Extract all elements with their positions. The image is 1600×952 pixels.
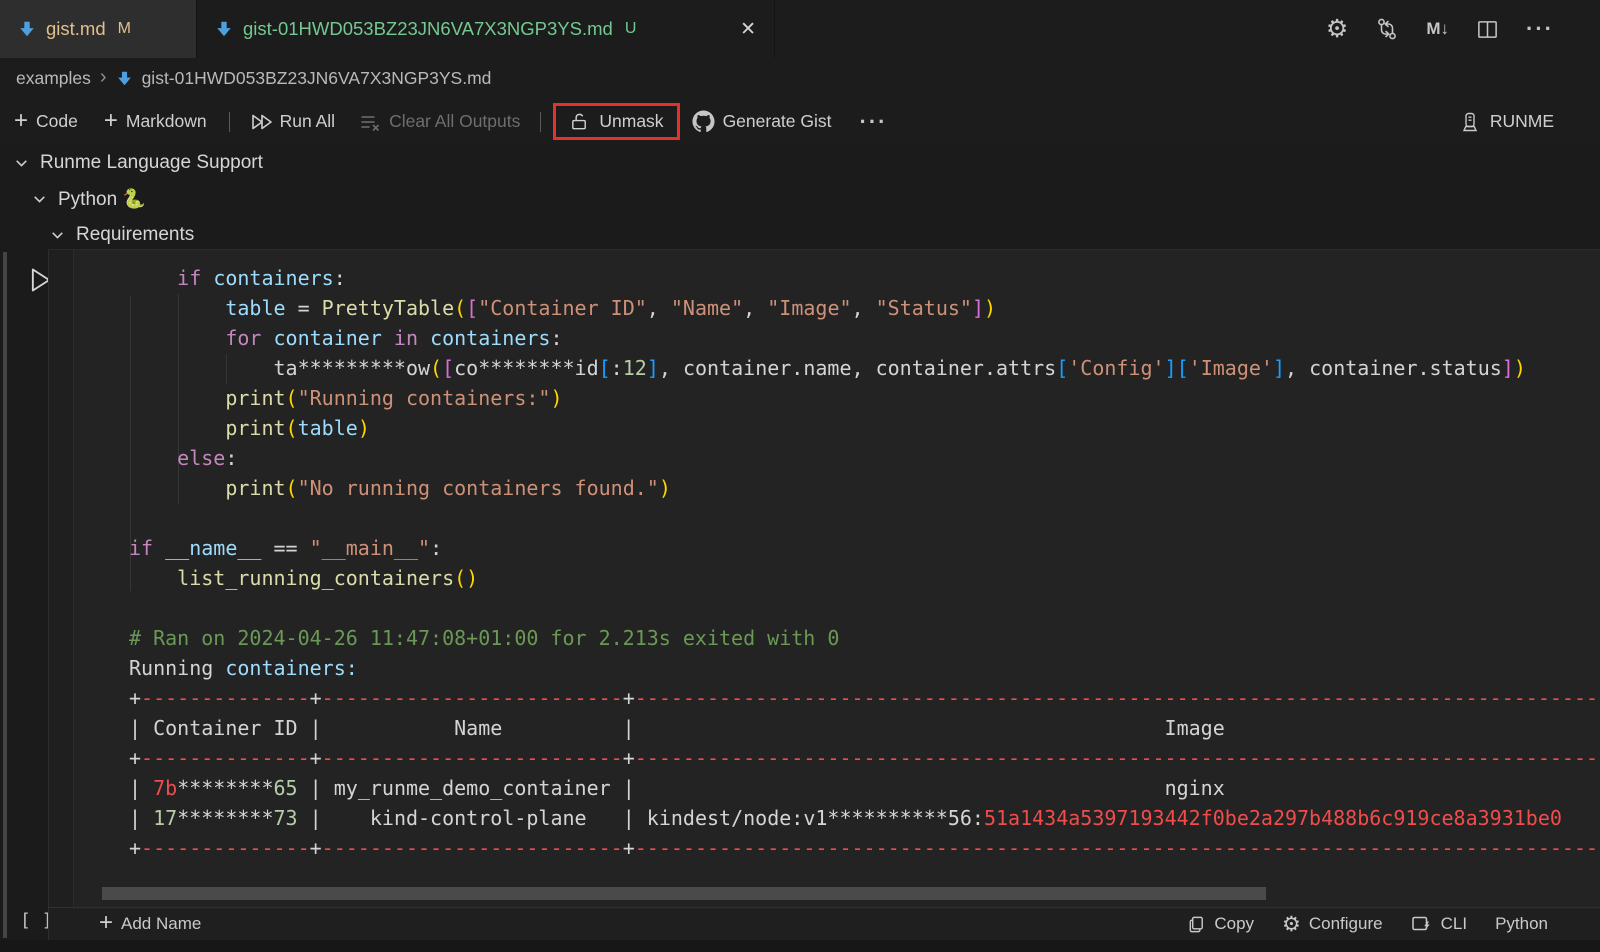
generate-gist-label: Generate Gist: [723, 111, 832, 132]
modified-badge: M: [118, 20, 131, 38]
code-cell: if containers: table = PrettyTable(["Con…: [48, 249, 1600, 940]
chevron-down-icon: [31, 191, 48, 208]
unmask-label: Unmask: [599, 111, 663, 132]
runme-label: RUNME: [1490, 111, 1554, 132]
breadcrumb-file[interactable]: gist-01HWD053BZ23JN6VA7X3NGP3YS.md: [142, 68, 492, 89]
git-compare-icon[interactable]: [1375, 17, 1399, 41]
tab-gist-generated-md[interactable]: gist-01HWD053BZ23JN6VA7X3NGP3YS.md U ✕: [197, 0, 775, 58]
toolbar-separator: [229, 112, 230, 132]
cell-footer-actions: Copy ⚙ Configure CLI Python: [1187, 914, 1600, 935]
cell-status-bar: + Add Name Copy ⚙ Configure: [49, 907, 1600, 940]
runme-file-icon: [116, 70, 133, 87]
generate-gist-button[interactable]: Generate Gist: [692, 110, 832, 133]
toolbar-more-icon[interactable]: ···: [860, 109, 888, 135]
section-label: Runme Language Support: [40, 152, 263, 174]
copy-label: Copy: [1214, 914, 1254, 934]
cli-button[interactable]: CLI: [1411, 914, 1467, 934]
vscode-window: gist.md M gist-01HWD053BZ23JN6VA7X3NGP3Y…: [0, 0, 1600, 952]
tab-label: gist-01HWD053BZ23JN6VA7X3NGP3YS.md: [243, 18, 613, 40]
add-name-label: Add Name: [121, 914, 201, 934]
cell-editor[interactable]: if containers: table = PrettyTable(["Con…: [73, 250, 1600, 909]
clear-outputs-label: Clear All Outputs: [389, 111, 520, 132]
tab-gist-md[interactable]: gist.md M: [0, 0, 197, 58]
horizontal-scrollbar[interactable]: [102, 887, 1266, 900]
untracked-badge: U: [625, 20, 637, 38]
breadcrumb: examples › gist-01HWD053BZ23JN6VA7X3NGP3…: [0, 58, 1600, 98]
runme-file-icon: [18, 20, 36, 38]
section-requirements[interactable]: Requirements: [49, 217, 194, 253]
add-markdown-button[interactable]: + Markdown: [104, 111, 207, 133]
add-name-button[interactable]: + Add Name: [99, 913, 201, 935]
copy-icon: [1187, 915, 1206, 934]
add-code-label: Code: [36, 111, 78, 132]
editor-tab-bar: gist.md M gist-01HWD053BZ23JN6VA7X3NGP3Y…: [0, 0, 1600, 58]
github-icon: [692, 110, 715, 133]
chevron-right-icon: ›: [100, 67, 107, 87]
close-icon[interactable]: ✕: [740, 18, 756, 41]
split-editor-icon[interactable]: [1476, 18, 1499, 41]
cli-icon: [1411, 914, 1433, 934]
section-label: Requirements: [76, 224, 194, 246]
code-block[interactable]: if containers: table = PrettyTable(["Con…: [129, 263, 1600, 863]
cell-focus-indicator: [3, 252, 7, 938]
section-python[interactable]: Python 🐍: [31, 181, 146, 217]
configure-label: Configure: [1309, 914, 1383, 934]
gear-icon: ⚙: [1282, 914, 1301, 935]
breadcrumb-folder[interactable]: examples: [16, 68, 91, 89]
chevron-down-icon: [49, 227, 66, 244]
runme-brand: RUNME: [1459, 111, 1600, 133]
section-runme-language-support[interactable]: Runme Language Support: [13, 145, 263, 181]
editor-actions: ⚙ M↓ ···: [1326, 0, 1554, 58]
run-all-button[interactable]: Run All: [250, 111, 335, 132]
add-code-button[interactable]: + Code: [14, 111, 78, 133]
clear-all-outputs-button[interactable]: Clear All Outputs: [359, 111, 520, 132]
runme-logo-icon: [1459, 111, 1481, 133]
run-all-icon: [250, 112, 272, 132]
plus-icon: +: [104, 109, 118, 133]
add-markdown-label: Markdown: [126, 111, 207, 132]
copy-button[interactable]: Copy: [1187, 914, 1254, 934]
chevron-down-icon: [13, 155, 30, 172]
markdown-preview-icon[interactable]: M↓: [1426, 19, 1449, 39]
configure-button[interactable]: ⚙ Configure: [1282, 914, 1383, 935]
plus-icon: +: [14, 109, 28, 133]
tab-label: gist.md: [46, 18, 106, 40]
run-all-label: Run All: [280, 111, 335, 132]
toolbar-separator: [540, 112, 541, 132]
more-actions-icon[interactable]: ···: [1526, 16, 1554, 42]
unlock-icon: [569, 111, 590, 132]
cell-language-picker[interactable]: Python: [1495, 914, 1548, 934]
plus-icon: +: [99, 911, 113, 935]
unmask-button-highlighted[interactable]: Unmask: [553, 103, 679, 140]
cli-label: CLI: [1441, 914, 1467, 934]
section-label: Python 🐍: [58, 187, 146, 211]
runme-file-icon: [215, 20, 233, 38]
settings-gear-icon[interactable]: ⚙: [1326, 17, 1348, 42]
clear-outputs-icon: [359, 112, 381, 132]
notebook-toolbar: + Code + Markdown Run All Clear All Outp…: [0, 98, 1600, 145]
editor-bottom-gap: [0, 940, 1600, 952]
